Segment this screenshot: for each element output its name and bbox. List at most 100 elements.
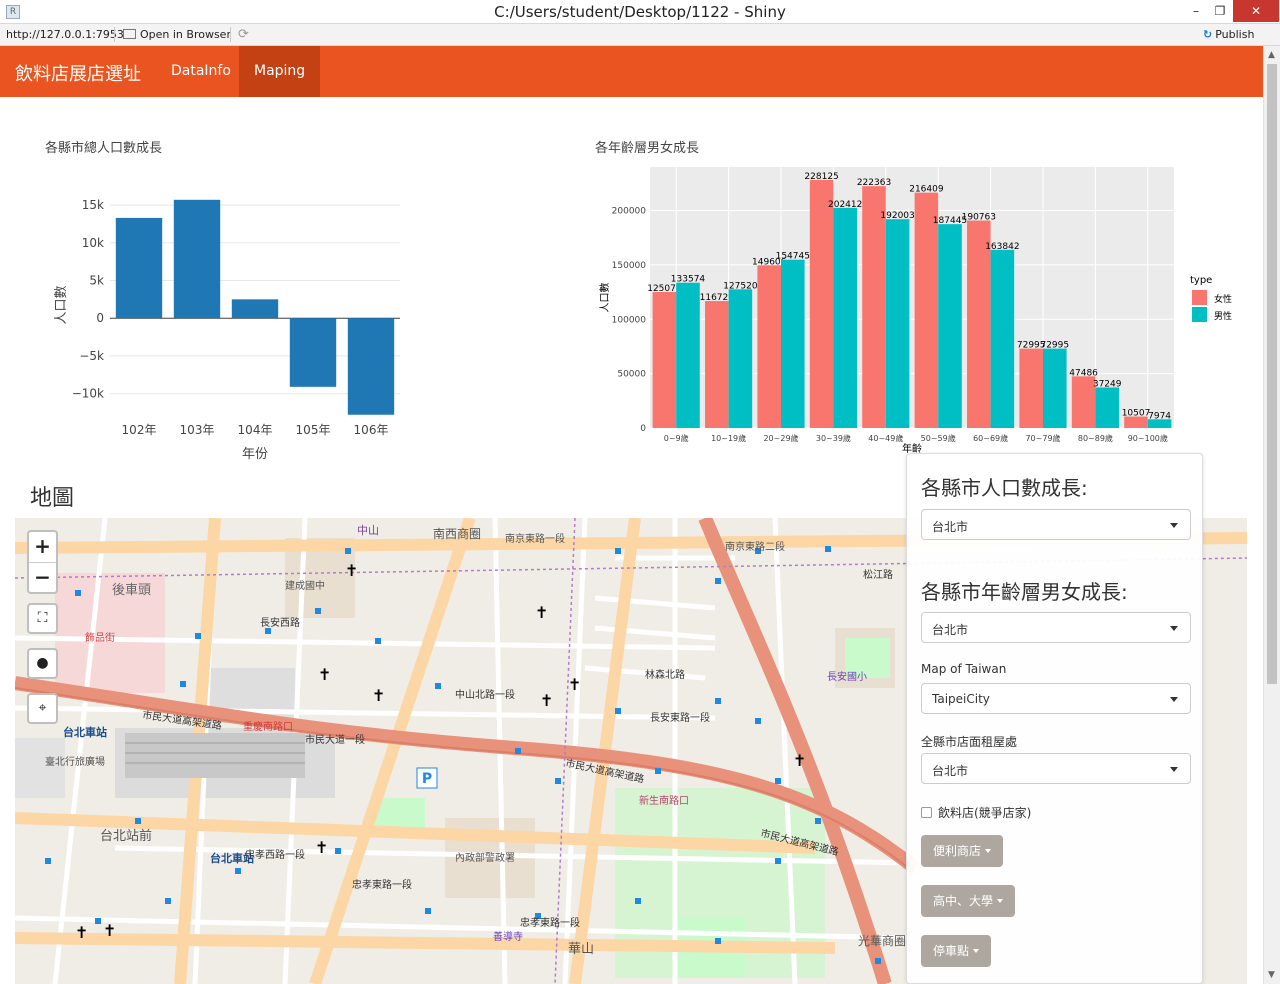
toolbar-divider <box>230 27 231 42</box>
data-label: 37249 <box>1093 379 1122 389</box>
map-label-civic3: 市民大道高架道路 <box>759 826 840 858</box>
x-tick-label: 70~79歲 <box>1025 433 1060 443</box>
y-tick-label: 5k <box>89 273 104 287</box>
map-zoom-control: + − <box>27 530 58 594</box>
publish-label: Publish <box>1215 28 1255 41</box>
map-label-civic-one: 市民大道一段 <box>305 733 365 746</box>
bar <box>652 291 677 428</box>
navbar-brand[interactable]: 飲料店展店選址 <box>15 60 141 86</box>
refresh-icon[interactable]: ⟳ <box>238 27 249 42</box>
map-of-taiwan-select-value: TaipeiCity <box>932 692 990 706</box>
age-growth-heading: 各縣市年齡層男女成長: <box>921 580 1128 604</box>
globe-icon[interactable]: ● <box>27 648 58 679</box>
x-tick-label: 20~29歲 <box>763 433 798 443</box>
control-panel: 各縣市人口數成長: 台北市 各縣市年齡層男女成長: 台北市 Map of Tai… <box>906 453 1203 984</box>
bar <box>1095 387 1119 428</box>
map-label-civic: 市民大道高架道路 <box>142 708 223 732</box>
y-tick-label: −5k <box>79 349 104 363</box>
scrollbar-thumb[interactable] <box>1267 64 1277 684</box>
x-tick-label: 10~19歲 <box>711 433 746 443</box>
data-label: 133574 <box>671 275 706 285</box>
x-tick-label: 50~59歲 <box>921 433 956 443</box>
scroll-up-icon[interactable]: ▲ <box>1268 50 1275 60</box>
age-gender-chart: 0 50000 100000 150000 200000 0~9歲 10~19歲 20~29歲… <box>598 167 1232 455</box>
close-icon[interactable]: ✕ <box>1233 0 1279 22</box>
bar <box>173 199 221 319</box>
map-label-songjiang: 松江路 <box>863 568 893 581</box>
map-label-ministry: 內政部警政署 <box>455 851 515 864</box>
bar <box>1071 376 1096 428</box>
convenience-store-dropdown[interactable]: 便利商店 <box>921 835 1004 867</box>
y-tick-label: 100000 <box>612 315 647 325</box>
bar <box>809 179 834 428</box>
parking-label: 停車點 <box>933 944 970 958</box>
fullscreen-icon[interactable]: ⛶ <box>27 603 58 634</box>
data-label: 222363 <box>857 178 891 188</box>
y-tick-label: 150000 <box>612 261 647 271</box>
bar <box>728 289 753 428</box>
parking-dropdown[interactable]: 停車點 <box>921 935 992 967</box>
chevron-down-icon <box>1170 626 1178 631</box>
data-label: 228125 <box>804 172 838 182</box>
data-label: 47486 <box>1069 368 1098 378</box>
navbar: 飲料店展店選址 DataInfo Maping <box>0 46 1263 97</box>
bar <box>914 192 939 428</box>
maximize-icon[interactable]: ❐ <box>1207 0 1233 22</box>
rent-select[interactable]: 台北市 <box>921 753 1191 784</box>
data-label: 163842 <box>985 242 1019 252</box>
publish-button[interactable]: ↻ Publish <box>1203 28 1254 41</box>
bar <box>1043 348 1067 428</box>
locate-icon[interactable]: ⌖ <box>27 693 58 724</box>
map-label-zhongshan: 中山 <box>357 524 379 537</box>
bar <box>1019 348 1043 428</box>
map-of-taiwan-select[interactable]: TaipeiCity <box>921 683 1191 714</box>
caret-down-icon <box>973 949 980 953</box>
map-label-shop: 飾品街 <box>85 631 115 644</box>
competitor-label: 飲料店(競爭店家) <box>938 806 1032 820</box>
convenience-store-label: 便利商店 <box>933 844 982 858</box>
bar <box>781 259 805 428</box>
map-label-houchetou: 後車頭 <box>112 583 151 598</box>
age-chart-title: 各年齡層男女成長 <box>595 141 700 156</box>
school-dropdown[interactable]: 高中、大學 <box>921 885 1016 917</box>
viewer-toolbar: http://127.0.0.1:7953 Open in Browser ⟳ … <box>0 24 1280 46</box>
publish-icon: ↻ <box>1203 28 1213 41</box>
window-title: C:/Users/student/Desktop/1122 - Shiny <box>494 3 786 21</box>
data-label: 10507 <box>1122 409 1151 419</box>
data-label: 192003 <box>880 211 914 221</box>
bar <box>862 186 886 428</box>
data-label: 72995 <box>1040 341 1069 351</box>
map-heading: 地圖 <box>30 486 75 511</box>
tab-maping[interactable]: Maping <box>239 46 321 97</box>
map-label-guanghua: 光華商圈 <box>858 933 906 948</box>
tab-datainfo[interactable]: DataInfo <box>156 46 246 97</box>
legend-swatch <box>1192 290 1207 305</box>
y-tick-label: 50000 <box>617 370 646 380</box>
minimize-icon[interactable]: – <box>1183 0 1209 22</box>
map-label-nanjing2: 南京東路二段 <box>725 540 785 553</box>
map-label-zhongxiao: 忠孝東路一段 <box>352 878 412 891</box>
zoom-in-button[interactable]: + <box>29 532 56 562</box>
bar <box>115 217 163 319</box>
bar <box>347 318 395 415</box>
bar <box>676 282 700 428</box>
url-address[interactable]: http://127.0.0.1:7953 <box>6 28 124 41</box>
data-label: 154745 <box>776 252 810 262</box>
vertical-scrollbar[interactable]: ▲ ▼ <box>1263 46 1280 984</box>
x-tick-label: 30~39歲 <box>816 433 851 443</box>
data-label: 216409 <box>909 185 944 195</box>
open-in-browser-button[interactable]: Open in Browser <box>123 28 231 41</box>
age-growth-select[interactable]: 台北市 <box>921 612 1191 643</box>
pop-growth-select[interactable]: 台北市 <box>921 509 1191 540</box>
map-label-civic2: 市民大道高架道路 <box>564 756 645 785</box>
zoom-out-button[interactable]: − <box>29 562 56 592</box>
scroll-down-icon[interactable]: ▼ <box>1268 970 1275 980</box>
map-label-jiancheng: 建成國中 <box>285 579 325 592</box>
rent-select-value: 台北市 <box>932 764 969 778</box>
y-axis-label: 人口數 <box>54 285 69 324</box>
map-label-nanxi: 南西商圈 <box>433 526 481 541</box>
y-axis-label: 人口數 <box>598 283 611 313</box>
checkbox-icon[interactable] <box>921 807 932 818</box>
x-axis-label: 年份 <box>242 447 268 462</box>
competitor-checkbox[interactable]: 飲料店(競爭店家) <box>921 804 1031 821</box>
